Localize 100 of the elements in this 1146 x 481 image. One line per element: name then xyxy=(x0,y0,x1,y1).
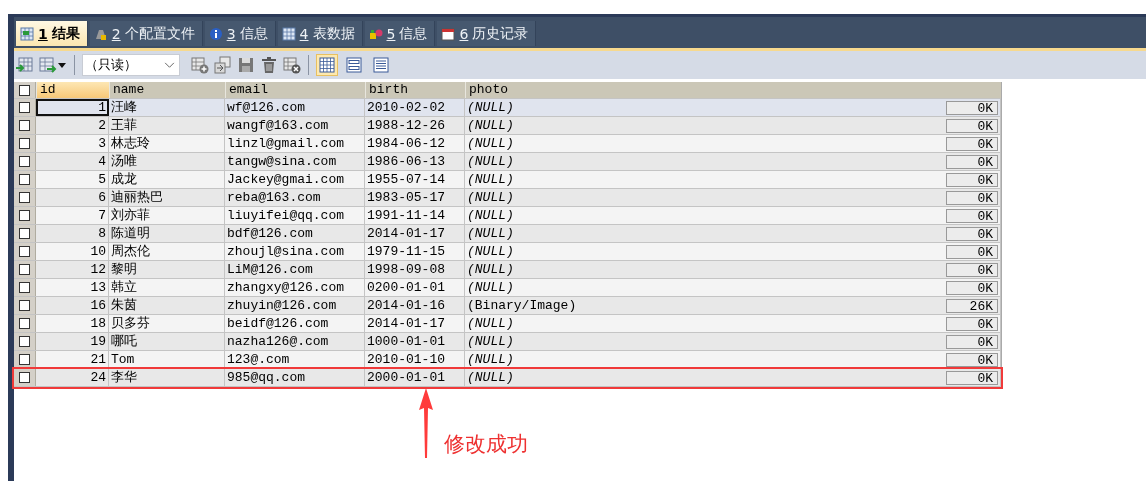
blob-size-button[interactable]: 0K xyxy=(946,190,998,205)
table-cell: zhuyin@126.com xyxy=(225,297,365,314)
table-cell: 汪峰 xyxy=(109,99,225,116)
table-cell: 6 xyxy=(36,189,109,206)
row-checkbox[interactable] xyxy=(19,246,30,257)
table-cell: (NULL) xyxy=(467,333,514,350)
table-cell: 李华 xyxy=(109,369,225,386)
blob-size-button[interactable]: 0K xyxy=(946,100,998,115)
result-tab[interactable]: 1 结果 xyxy=(16,21,88,46)
mode-dropdown[interactable]: （只读） xyxy=(82,54,180,76)
delete-icon[interactable] xyxy=(260,56,278,74)
row-checkbox[interactable] xyxy=(19,228,30,239)
table-cell: 2014-01-17 xyxy=(365,315,465,332)
cancel-icon[interactable] xyxy=(283,56,301,74)
blob-size-button[interactable]: 0K xyxy=(946,352,998,367)
column-header[interactable]: id xyxy=(36,82,109,98)
table-cell: 10 xyxy=(36,243,109,260)
row-checkbox[interactable] xyxy=(19,318,30,329)
import-icon[interactable] xyxy=(16,56,34,74)
blob-size-button[interactable]: 0K xyxy=(946,208,998,223)
table-cell: LiM@126.com xyxy=(225,261,365,278)
table-cell: 陈道明 xyxy=(109,225,225,242)
blob-size-button[interactable]: 0K xyxy=(946,244,998,259)
annotation-text: 修改成功 xyxy=(444,431,528,458)
table-cell: 成龙 xyxy=(109,171,225,188)
table-cell: 1979-11-15 xyxy=(365,243,465,260)
info-icon xyxy=(208,26,223,41)
column-header[interactable]: birth xyxy=(365,82,465,98)
blob-size-button[interactable]: 0K xyxy=(946,118,998,133)
table-cell: (NULL) xyxy=(467,315,514,332)
blob-size-button[interactable]: 0K xyxy=(946,316,998,331)
row-checkbox[interactable] xyxy=(19,192,30,203)
table-cell: nazha126@.com xyxy=(225,333,365,350)
row-checkbox[interactable] xyxy=(19,156,30,167)
result-tab[interactable]: 4 表数据 xyxy=(277,21,363,46)
table-cell: 2014-01-17 xyxy=(365,225,465,242)
table-cell: 19 xyxy=(36,333,109,350)
table-cell: zhangxy@126.com xyxy=(225,279,365,296)
calendar-icon xyxy=(441,26,456,41)
grid-view-button[interactable] xyxy=(316,54,338,76)
table-cell: bdf@126.com xyxy=(225,225,365,242)
blob-size-button[interactable]: 0K xyxy=(946,136,998,151)
row-checkbox[interactable] xyxy=(19,354,30,365)
chevron-icon xyxy=(164,61,175,69)
row-checkbox[interactable] xyxy=(19,300,30,311)
table-cell: (NULL) xyxy=(467,99,514,116)
table-cell: 1955-07-14 xyxy=(365,171,465,188)
table-cell: 24 xyxy=(36,369,109,386)
blob-size-button[interactable]: 0K xyxy=(946,172,998,187)
table-cell: Jackey@gmai.com xyxy=(225,171,365,188)
row-checkbox[interactable] xyxy=(19,372,30,383)
table-cell: (Binary/Image) xyxy=(467,297,577,314)
blob-size-button[interactable]: 0K xyxy=(946,154,998,169)
row-checkbox[interactable] xyxy=(19,210,30,221)
add-row-icon[interactable] xyxy=(191,56,209,74)
table-cell: 985@qq.com xyxy=(225,369,365,386)
text-view-button[interactable] xyxy=(370,54,392,76)
table-cell: 黎明 xyxy=(109,261,225,278)
form-view-button[interactable] xyxy=(343,54,365,76)
table-cell: (NULL) xyxy=(467,135,514,152)
table-cell: zhoujl@sina.com xyxy=(225,243,365,260)
row-checkbox[interactable] xyxy=(19,336,30,347)
blob-size-button[interactable]: 26K xyxy=(946,298,998,313)
select-all-checkbox[interactable] xyxy=(19,84,30,96)
blob-size-button[interactable]: 0K xyxy=(946,280,998,295)
row-checkbox[interactable] xyxy=(19,282,30,293)
row-checkbox[interactable] xyxy=(19,264,30,275)
column-header[interactable]: photo xyxy=(465,82,1001,98)
table-cell: 1998-09-08 xyxy=(365,261,465,278)
row-checkbox[interactable] xyxy=(19,138,30,149)
table-cell: 汤唯 xyxy=(109,153,225,170)
save-icon[interactable] xyxy=(237,56,255,74)
table-cell: 迪丽热巴 xyxy=(109,189,225,206)
table-cell: wangf@163.com xyxy=(225,117,365,134)
blob-size-button[interactable]: 0K xyxy=(946,370,998,385)
table-cell: (NULL) xyxy=(467,189,514,206)
row-checkbox[interactable] xyxy=(19,102,30,113)
table-icon xyxy=(281,26,296,41)
table-cell: (NULL) xyxy=(467,207,514,224)
row-checkbox[interactable] xyxy=(19,120,30,131)
table-cell: 13 xyxy=(36,279,109,296)
result-tab[interactable]: 5 信息 xyxy=(364,21,436,46)
row-checkbox[interactable] xyxy=(19,174,30,185)
column-header[interactable]: name xyxy=(109,82,225,98)
table-cell: wf@126.com xyxy=(225,99,365,116)
table-cell: tangw@sina.com xyxy=(225,153,365,170)
result-tab[interactable]: 6 历史记录 xyxy=(437,21,537,46)
table-cell: 18 xyxy=(36,315,109,332)
duplicate-row-icon[interactable] xyxy=(214,56,232,74)
column-header[interactable]: email xyxy=(225,82,365,98)
table-cell: 1983-05-17 xyxy=(365,189,465,206)
result-tab[interactable]: 3 信息 xyxy=(204,21,276,46)
export-dropdown-icon[interactable] xyxy=(39,56,67,74)
table-cell: reba@163.com xyxy=(225,189,365,206)
table-icon xyxy=(20,26,34,41)
blob-size-button[interactable]: 0K xyxy=(946,262,998,277)
blob-size-button[interactable]: 0K xyxy=(946,334,998,349)
result-tab[interactable]: 2 个配置文件 xyxy=(89,21,203,46)
table-cell: 王菲 xyxy=(109,117,225,134)
blob-size-button[interactable]: 0K xyxy=(946,226,998,241)
